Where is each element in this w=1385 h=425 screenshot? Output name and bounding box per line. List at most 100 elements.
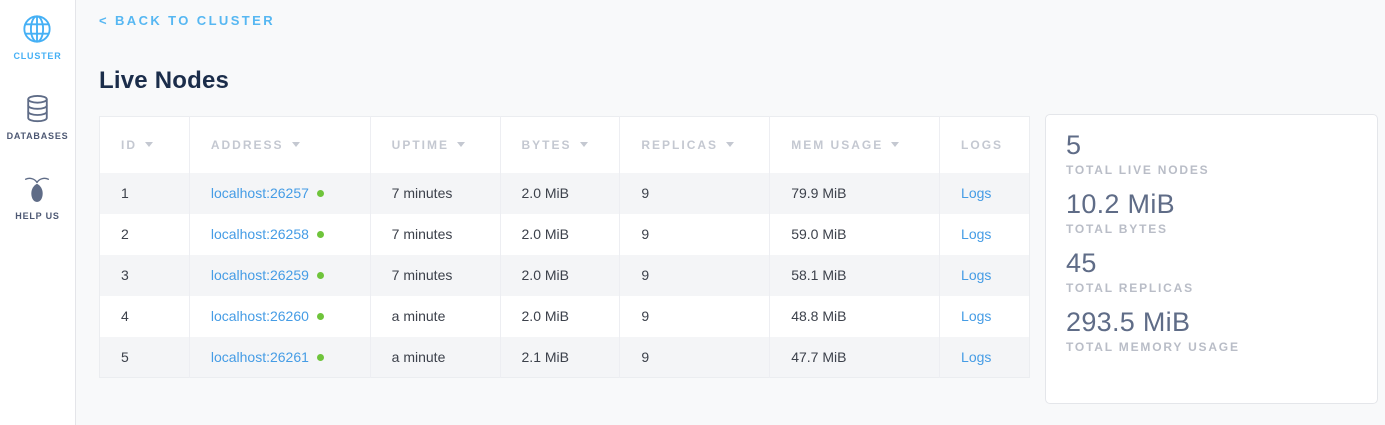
node-address-cell: localhost:26258: [189, 214, 370, 255]
node-mem-usage-cell: 47.7 MiB: [770, 337, 940, 378]
node-mem-usage-cell: 79.9 MiB: [770, 173, 940, 214]
bug-icon: [23, 174, 51, 204]
node-replicas-cell: 9: [620, 296, 770, 337]
node-bytes-cell: 2.1 MiB: [500, 337, 620, 378]
node-uptime-cell: 7 minutes: [370, 214, 500, 255]
node-replicas-cell: 9: [620, 214, 770, 255]
table-row: 2 localhost:26258 7 minutes 2.0 MiB 9 59…: [100, 214, 1030, 255]
sort-arrow-icon: [726, 142, 734, 147]
summary-stat-total-bytes: 10.2 MiB TOTAL BYTES: [1066, 189, 1357, 236]
stat-value: 45: [1066, 248, 1357, 279]
logs-link[interactable]: Logs: [961, 267, 991, 283]
node-mem-usage-cell: 48.8 MiB: [770, 296, 940, 337]
node-bytes-cell: 2.0 MiB: [500, 173, 620, 214]
node-live-status-icon: [317, 354, 324, 361]
column-label: BYTES: [522, 138, 572, 152]
node-mem-usage-cell: 59.0 MiB: [770, 214, 940, 255]
main-content: < BACK TO CLUSTER Live Nodes ID ADDRESS …: [76, 0, 1385, 425]
logs-link[interactable]: Logs: [961, 226, 991, 242]
back-to-cluster-link[interactable]: < BACK TO CLUSTER: [99, 13, 275, 28]
page-title: Live Nodes: [99, 67, 1385, 95]
app-window: CLUSTER DATABASES HELP US < BACK T: [0, 0, 1385, 425]
node-address-link[interactable]: localhost:26257: [211, 185, 309, 201]
node-id-cell: 3: [100, 255, 190, 296]
node-bytes-cell: 2.0 MiB: [500, 214, 620, 255]
globe-icon: [22, 14, 52, 44]
stat-label: TOTAL MEMORY USAGE: [1066, 340, 1357, 354]
node-mem-usage-cell: 58.1 MiB: [770, 255, 940, 296]
logs-link[interactable]: Logs: [961, 349, 991, 365]
table-header-row: ID ADDRESS UPTIME BYTES REPLICAS: [100, 117, 1030, 173]
node-live-status-icon: [317, 190, 324, 197]
node-uptime-cell: 7 minutes: [370, 255, 500, 296]
node-id-cell: 2: [100, 214, 190, 255]
summary-stat-total-replicas: 45 TOTAL REPLICAS: [1066, 248, 1357, 295]
node-address-link[interactable]: localhost:26260: [211, 308, 309, 324]
node-id-cell: 5: [100, 337, 190, 378]
node-replicas-cell: 9: [620, 337, 770, 378]
node-id-cell: 1: [100, 173, 190, 214]
node-replicas-cell: 9: [620, 255, 770, 296]
table-row: 4 localhost:26260 a minute 2.0 MiB 9 48.…: [100, 296, 1030, 337]
column-header-mem-usage[interactable]: MEM USAGE: [770, 117, 940, 173]
live-nodes-table: ID ADDRESS UPTIME BYTES REPLICAS: [99, 116, 1030, 378]
column-header-id[interactable]: ID: [100, 117, 190, 173]
column-label: UPTIME: [392, 138, 449, 152]
sort-arrow-icon: [457, 142, 465, 147]
summary-stat-total-memory-usage: 293.5 MiB TOTAL MEMORY USAGE: [1066, 307, 1357, 354]
table-row: 3 localhost:26259 7 minutes 2.0 MiB 9 58…: [100, 255, 1030, 296]
sidebar-item-help-us[interactable]: HELP US: [15, 174, 59, 221]
node-live-status-icon: [317, 272, 324, 279]
column-label: REPLICAS: [641, 138, 718, 152]
database-icon: [24, 94, 51, 124]
column-label: LOGS: [961, 138, 1003, 152]
column-header-address[interactable]: ADDRESS: [189, 117, 370, 173]
node-live-status-icon: [317, 231, 324, 238]
node-uptime-cell: a minute: [370, 337, 500, 378]
node-address-link[interactable]: localhost:26261: [211, 349, 309, 365]
column-header-bytes[interactable]: BYTES: [500, 117, 620, 173]
stat-value: 5: [1066, 130, 1357, 161]
node-bytes-cell: 2.0 MiB: [500, 255, 620, 296]
node-address-cell: localhost:26257: [189, 173, 370, 214]
column-header-uptime[interactable]: UPTIME: [370, 117, 500, 173]
logs-link[interactable]: Logs: [961, 185, 991, 201]
node-logs-cell: Logs: [940, 296, 1030, 337]
node-logs-cell: Logs: [940, 337, 1030, 378]
sort-arrow-icon: [292, 142, 300, 147]
stat-value: 293.5 MiB: [1066, 307, 1357, 338]
node-address-link[interactable]: localhost:26259: [211, 267, 309, 283]
sidebar-item-cluster[interactable]: CLUSTER: [13, 14, 61, 61]
node-replicas-cell: 9: [620, 173, 770, 214]
node-address-cell: localhost:26260: [189, 296, 370, 337]
node-logs-cell: Logs: [940, 173, 1030, 214]
stat-label: TOTAL REPLICAS: [1066, 281, 1357, 295]
node-logs-cell: Logs: [940, 255, 1030, 296]
stat-value: 10.2 MiB: [1066, 189, 1357, 220]
sidebar-item-label: HELP US: [15, 211, 59, 221]
column-label: ID: [121, 138, 137, 152]
column-header-replicas[interactable]: REPLICAS: [620, 117, 770, 173]
sort-arrow-icon: [891, 142, 899, 147]
sidebar-item-label: DATABASES: [7, 131, 69, 141]
stat-label: TOTAL LIVE NODES: [1066, 163, 1357, 177]
node-address-link[interactable]: localhost:26258: [211, 226, 309, 242]
node-uptime-cell: 7 minutes: [370, 173, 500, 214]
summary-panel: 5 TOTAL LIVE NODES 10.2 MiB TOTAL BYTES …: [1045, 114, 1378, 404]
table-row: 1 localhost:26257 7 minutes 2.0 MiB 9 79…: [100, 173, 1030, 214]
sort-arrow-icon: [145, 142, 153, 147]
node-live-status-icon: [317, 313, 324, 320]
node-bytes-cell: 2.0 MiB: [500, 296, 620, 337]
node-logs-cell: Logs: [940, 214, 1030, 255]
node-address-cell: localhost:26261: [189, 337, 370, 378]
column-label: ADDRESS: [211, 138, 284, 152]
sidebar-item-databases[interactable]: DATABASES: [7, 94, 69, 141]
logs-link[interactable]: Logs: [961, 308, 991, 324]
stat-label: TOTAL BYTES: [1066, 222, 1357, 236]
column-label: MEM USAGE: [791, 138, 883, 152]
summary-stat-total-live-nodes: 5 TOTAL LIVE NODES: [1066, 130, 1357, 177]
sidebar: CLUSTER DATABASES HELP US: [0, 0, 76, 425]
sort-arrow-icon: [580, 142, 588, 147]
table-row: 5 localhost:26261 a minute 2.1 MiB 9 47.…: [100, 337, 1030, 378]
node-id-cell: 4: [100, 296, 190, 337]
